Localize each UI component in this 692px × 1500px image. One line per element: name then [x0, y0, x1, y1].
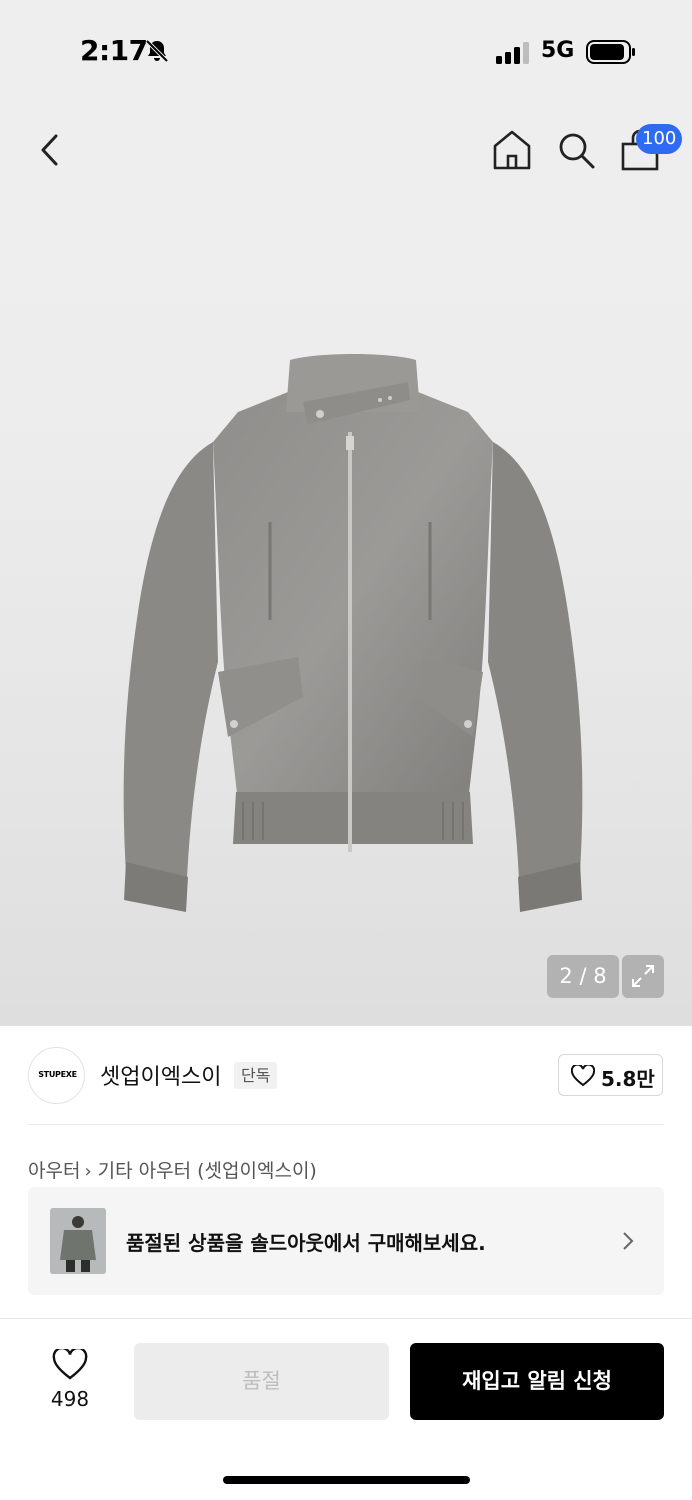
product-image-gallery[interactable]: 2:17 5G 100 2 / 8 — [0, 0, 692, 1026]
home-icon[interactable] — [492, 128, 532, 172]
breadcrumb: 아우터 › 기타 아우터 (셋업이엑스이) — [28, 1156, 317, 1183]
banner-text: 품절된 상품을 솔드아웃에서 구매해보세요. — [126, 1231, 486, 1255]
wish-count: 498 — [50, 1387, 90, 1411]
status-bar: 2:17 5G — [0, 0, 692, 100]
breadcrumb-level2[interactable]: 기타 아우터 (셋업이엑스이) — [98, 1160, 317, 1182]
back-arrow-icon[interactable] — [34, 130, 68, 170]
restock-alert-button[interactable]: 재입고 알림 신청 — [410, 1343, 664, 1420]
brand-name[interactable]: 셋업이엑스이 — [100, 1059, 221, 1091]
expand-arrows-icon — [632, 965, 654, 987]
network-type: 5G — [541, 38, 575, 63]
breadcrumb-level1[interactable]: 아우터 — [28, 1160, 80, 1182]
brand-like-button[interactable]: 5.8만 — [558, 1054, 663, 1096]
soldout-button: 품절 — [134, 1343, 389, 1420]
signal-icon — [496, 42, 529, 64]
status-time: 2:17 — [80, 34, 148, 67]
chevron-right-icon — [623, 1232, 634, 1250]
heart-icon[interactable] — [52, 1349, 88, 1381]
product-photo-jacket — [123, 354, 583, 912]
search-icon[interactable] — [556, 130, 596, 170]
heart-icon — [571, 1065, 595, 1087]
brand-like-count: 5.8만 — [601, 1067, 655, 1091]
brand-logo-text: STUPEXE — [38, 1070, 77, 1079]
soldout-marketplace-banner[interactable]: 품절된 상품을 솔드아웃에서 구매해보세요. — [28, 1187, 664, 1295]
battery-icon — [586, 40, 635, 64]
image-counter: 2 / 8 — [547, 955, 619, 998]
bell-slash-icon — [145, 39, 169, 63]
cart-count-badge: 100 — [636, 124, 683, 154]
expand-button[interactable] — [622, 955, 664, 998]
divider — [28, 1124, 664, 1125]
brand-row: STUPEXE 셋업이엑스이 단독 5.8만 — [0, 1026, 692, 1126]
chevron-right-icon: › — [84, 1161, 92, 1182]
banner-thumbnail — [50, 1208, 106, 1274]
bottom-action-bar: 498 품절 재입고 알림 신청 — [0, 1318, 692, 1500]
brand-logo[interactable]: STUPEXE — [28, 1047, 85, 1104]
exclusive-tag: 단독 — [234, 1062, 278, 1089]
home-indicator — [223, 1476, 470, 1484]
